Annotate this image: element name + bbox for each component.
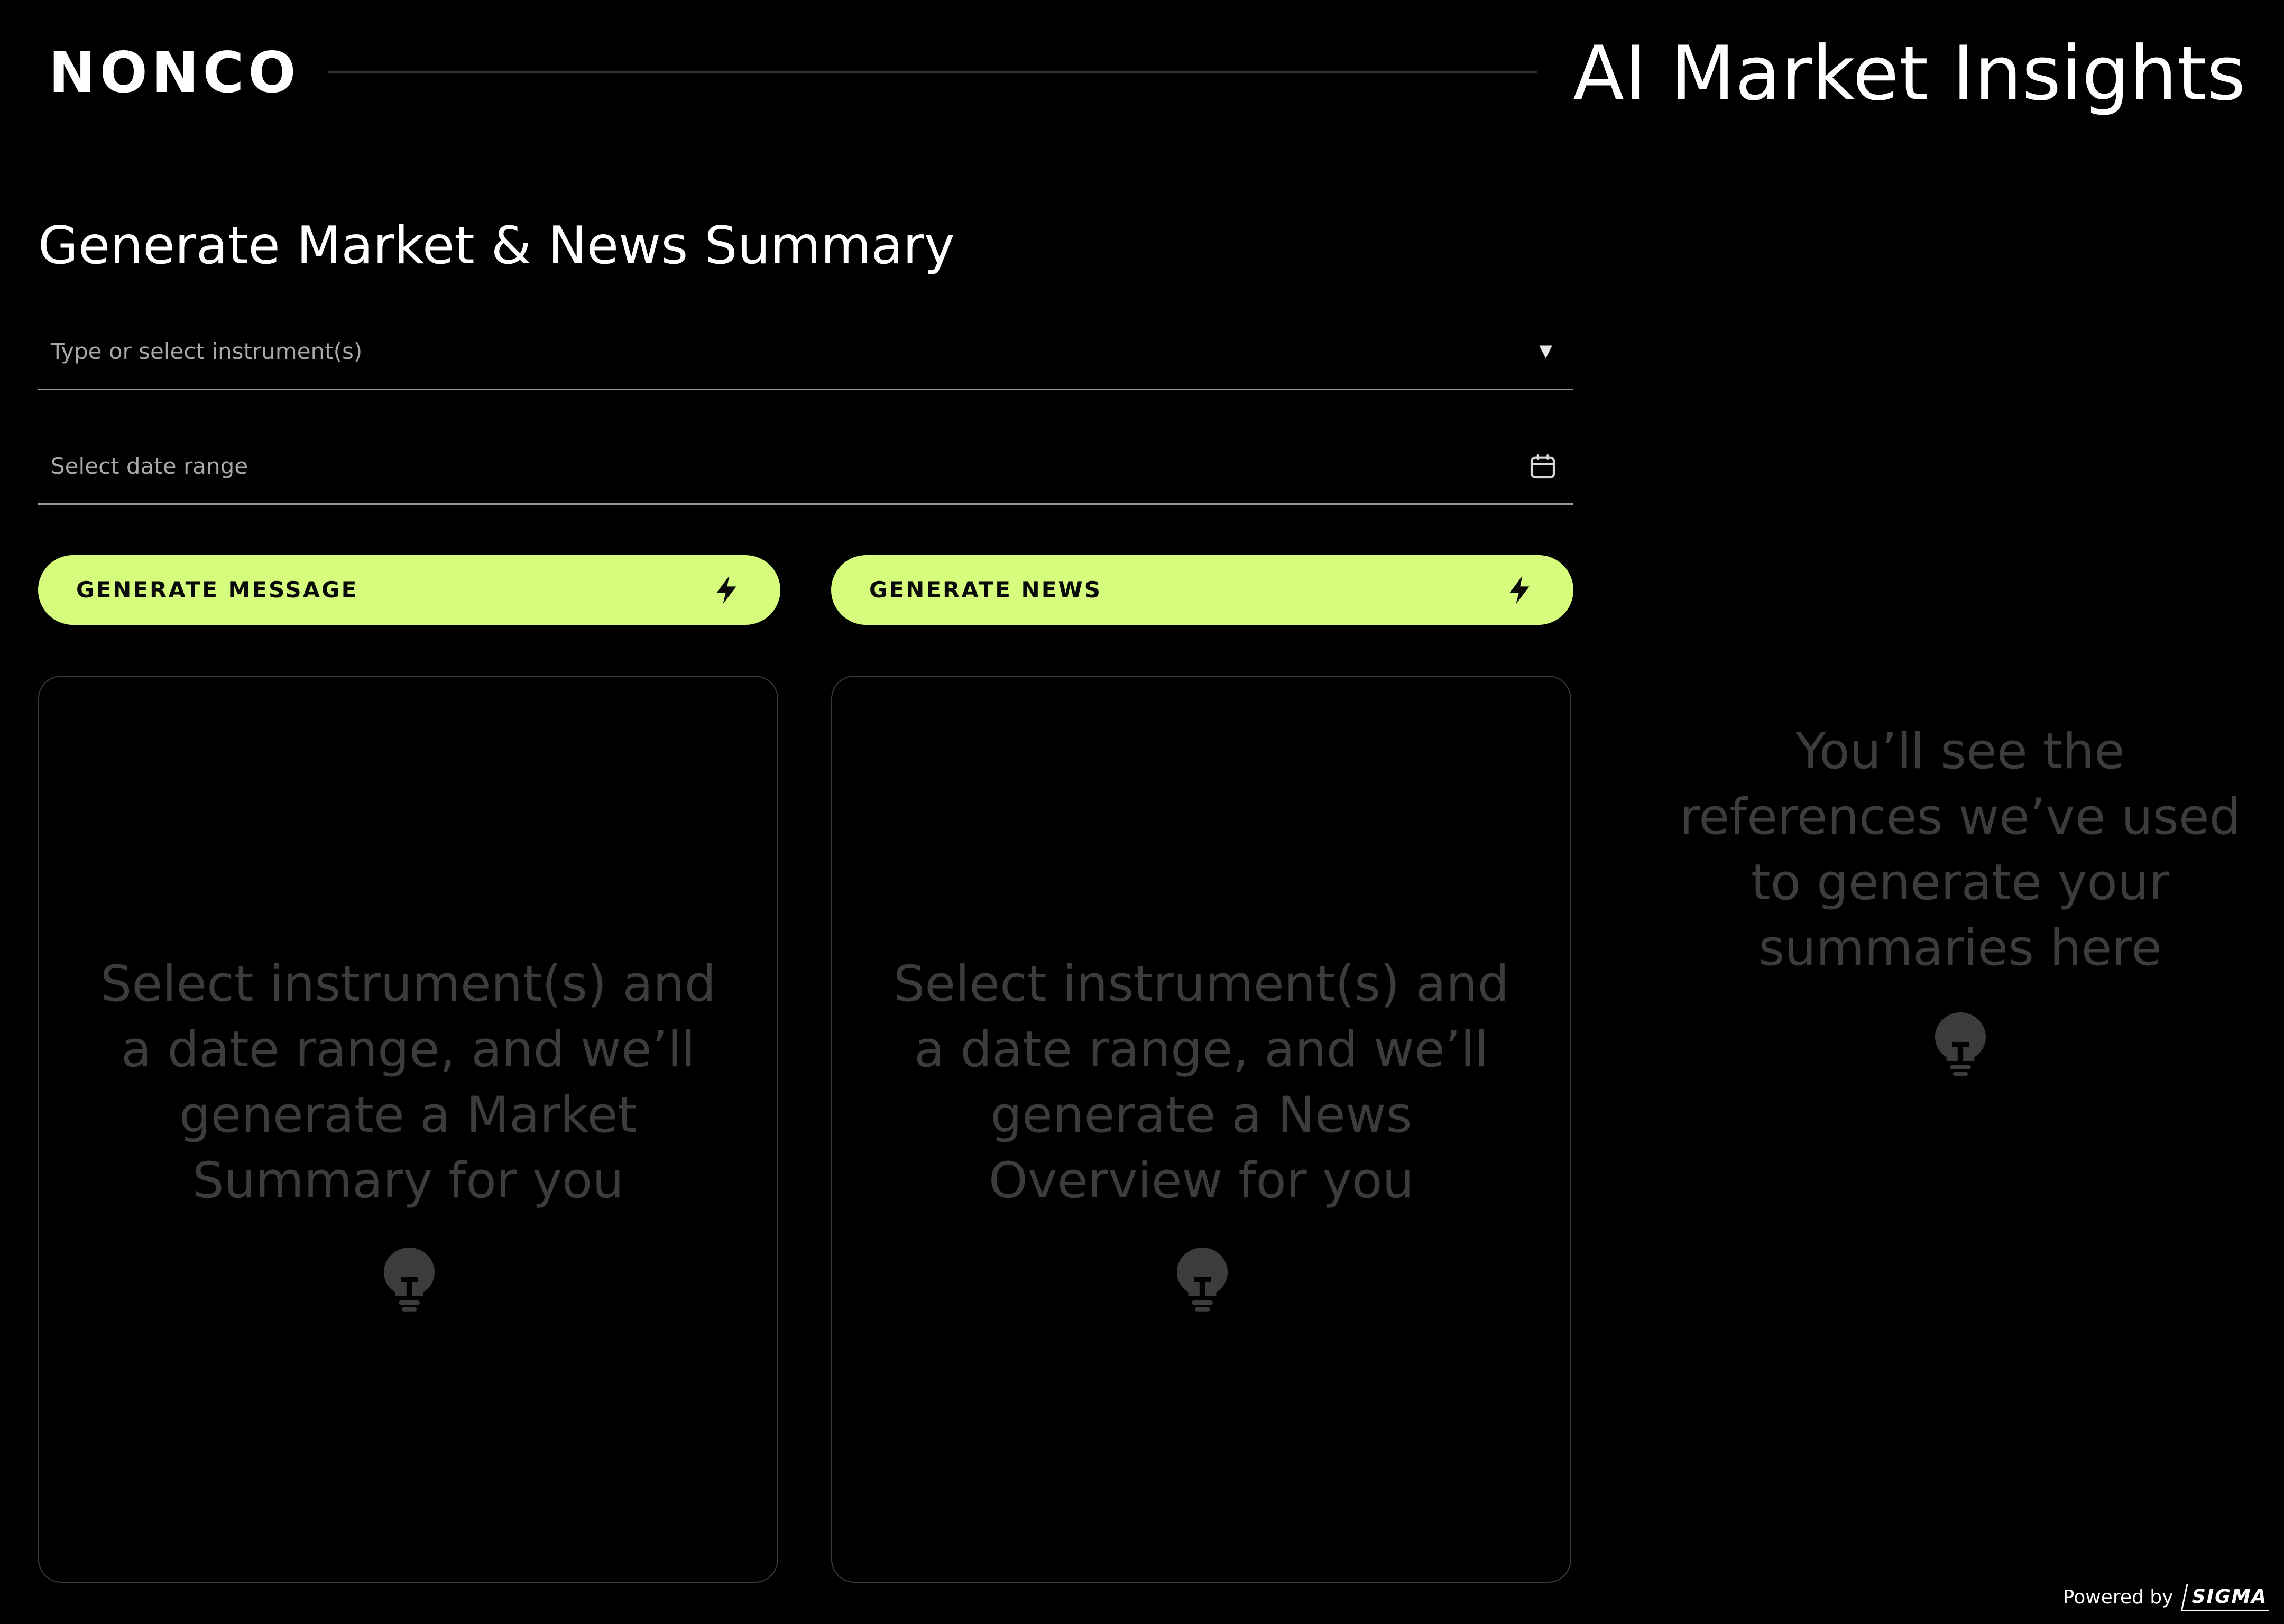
- generate-news-label: GENERATE NEWS: [869, 577, 1102, 603]
- calendar-icon[interactable]: [1528, 451, 1558, 481]
- lightbulb-icon: [1935, 1012, 1986, 1076]
- powered-by-label: Powered by: [2062, 1586, 2174, 1608]
- news-overview-empty-text: Select instrument(s) and a date range, a…: [893, 955, 1509, 1210]
- page-title: AI Market Insights: [1573, 30, 2246, 117]
- lightbulb-icon: [1177, 1248, 1228, 1312]
- references-empty-text: You’ll see the references we’ve used to …: [1679, 723, 2241, 977]
- instrument-select-placeholder: Type or select instrument(s): [51, 338, 363, 364]
- generate-news-button[interactable]: GENERATE NEWS: [831, 555, 1573, 625]
- market-summary-empty-text: Select instrument(s) and a date range, a…: [100, 955, 716, 1210]
- section-title: Generate Market & News Summary: [38, 216, 955, 276]
- lightning-bolt-icon: [716, 576, 736, 604]
- news-overview-panel: Select instrument(s) and a date range, a…: [831, 676, 1571, 1583]
- market-summary-panel: Select instrument(s) and a date range, a…: [38, 676, 778, 1583]
- brand-logo[interactable]: NONCO: [49, 41, 300, 105]
- generate-message-button[interactable]: GENERATE MESSAGE: [38, 555, 780, 625]
- sigma-logo[interactable]: SIGMA: [2181, 1584, 2274, 1611]
- caret-down-icon[interactable]: ▼: [1539, 340, 1552, 361]
- lightning-bolt-icon: [1509, 576, 1530, 604]
- date-range-placeholder: Select date range: [51, 453, 248, 479]
- generate-message-label: GENERATE MESSAGE: [76, 577, 358, 603]
- date-range-input[interactable]: Select date range: [38, 429, 1573, 505]
- instrument-select[interactable]: Type or select instrument(s) ▼: [38, 315, 1573, 390]
- header-divider: [328, 71, 1537, 73]
- lightbulb-icon: [384, 1248, 435, 1312]
- powered-by: Powered by SIGMA: [2062, 1582, 2274, 1613]
